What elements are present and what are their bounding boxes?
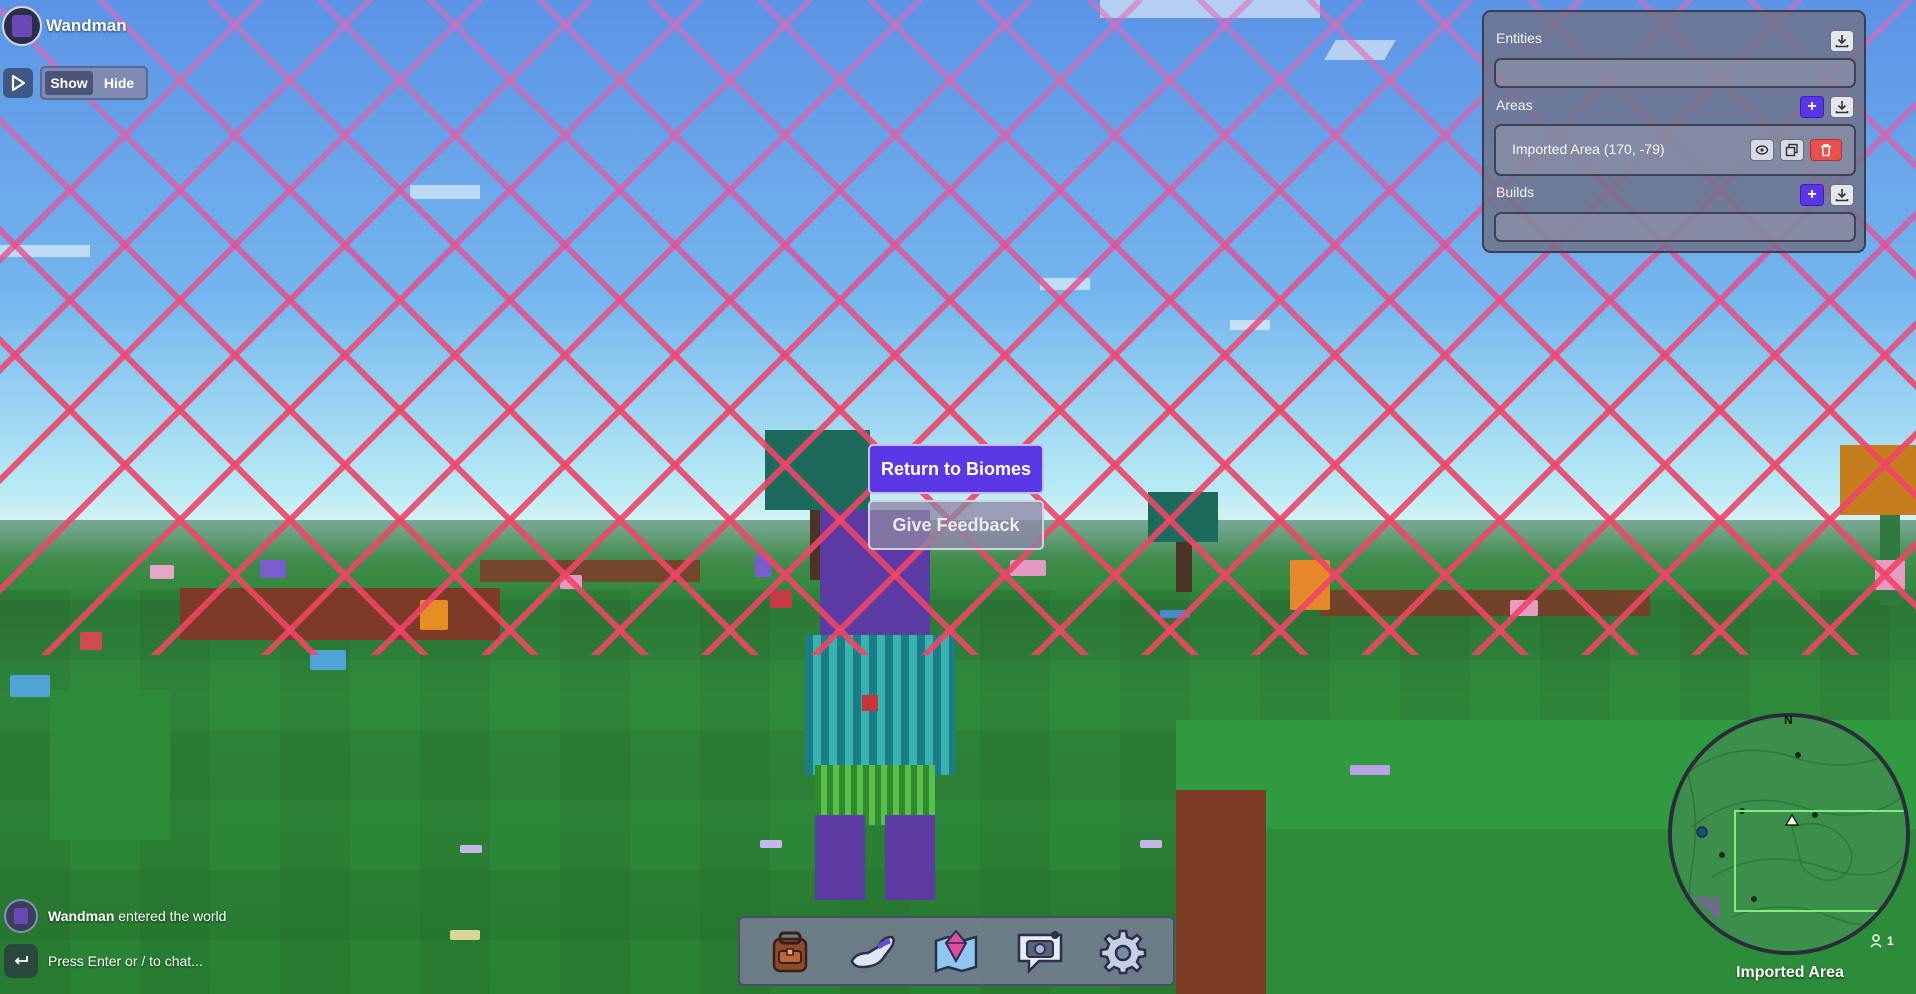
hotbar-slot-map[interactable] [928,923,984,979]
hotbar-slot-backpack[interactable] [762,923,818,979]
entities-download-button[interactable] [1830,30,1854,52]
entities-title: Entities [1496,30,1542,46]
areas-list: Imported Area (170, -79) [1494,124,1856,176]
trash-icon [1821,144,1831,157]
download-icon [1835,101,1849,114]
hide-button[interactable]: Hide [95,71,143,95]
play-icon [11,74,26,92]
builds-title: Builds [1496,184,1535,200]
chat-message-user: Wandman [48,908,115,924]
chat-placeholder: Press Enter or / to chat... [48,953,203,969]
user-icon [1870,934,1882,948]
enter-key-icon [4,944,38,978]
download-icon [1835,189,1849,202]
settings-gear-icon [1100,929,1147,975]
show-button[interactable]: Show [45,71,93,95]
players-online-count: 1 [1887,934,1894,948]
area-item[interactable]: Imported Area (170, -79) [1496,126,1854,174]
camera-chat-icon [1017,931,1063,975]
hotbar [738,916,1175,986]
minimap-terrain [1672,717,1906,951]
player-character [800,510,960,905]
backpack-icon [772,931,807,973]
user-name: Wandman [46,16,127,35]
entities-list [1494,58,1856,88]
map-crystal-icon [935,929,978,973]
copy-icon [1785,143,1798,157]
plus-icon: + [1807,98,1817,115]
eye-icon [1755,145,1769,155]
area-item-label: Imported Area (170, -79) [1512,141,1665,157]
user-badge[interactable]: Wandman [2,6,127,46]
builds-list [1494,212,1856,242]
hotbar-slot-glove[interactable] [845,923,901,979]
chat-message-text: entered the world [118,908,227,924]
user-avatar[interactable] [2,6,42,46]
players-online: 1 [1870,934,1894,948]
add-area-button[interactable]: + [1800,96,1824,118]
plus-icon: + [1807,186,1817,203]
area-view-button[interactable] [1750,139,1774,161]
hotbar-slot-camera[interactable] [1012,923,1068,979]
area-delete-button[interactable] [1810,139,1842,161]
glove-icon [850,935,895,969]
chat-message: Wandman entered the world [4,899,226,933]
builds-download-button[interactable] [1830,184,1854,206]
builder-panel: Entities Areas + Imported Area (170, -79… [1482,10,1866,253]
areas-title: Areas [1496,97,1533,113]
areas-download-button[interactable] [1830,96,1854,118]
give-feedback-button[interactable]: Give Feedback [868,500,1044,550]
minimap[interactable] [1668,713,1910,955]
return-to-biomes-button[interactable]: Return to Biomes [868,444,1044,494]
add-build-button[interactable]: + [1800,184,1824,206]
visibility-toggle[interactable]: Show Hide [40,66,148,100]
chat-avatar [4,899,38,933]
chat-input[interactable]: Press Enter or / to chat... [4,944,203,978]
download-icon [1835,35,1849,48]
area-copy-button[interactable] [1780,139,1804,161]
hotbar-slot-settings[interactable] [1095,923,1151,979]
minimap-compass-north: N [1784,713,1793,727]
current-area-name: Imported Area [1736,964,1844,981]
play-button[interactable] [3,68,33,98]
